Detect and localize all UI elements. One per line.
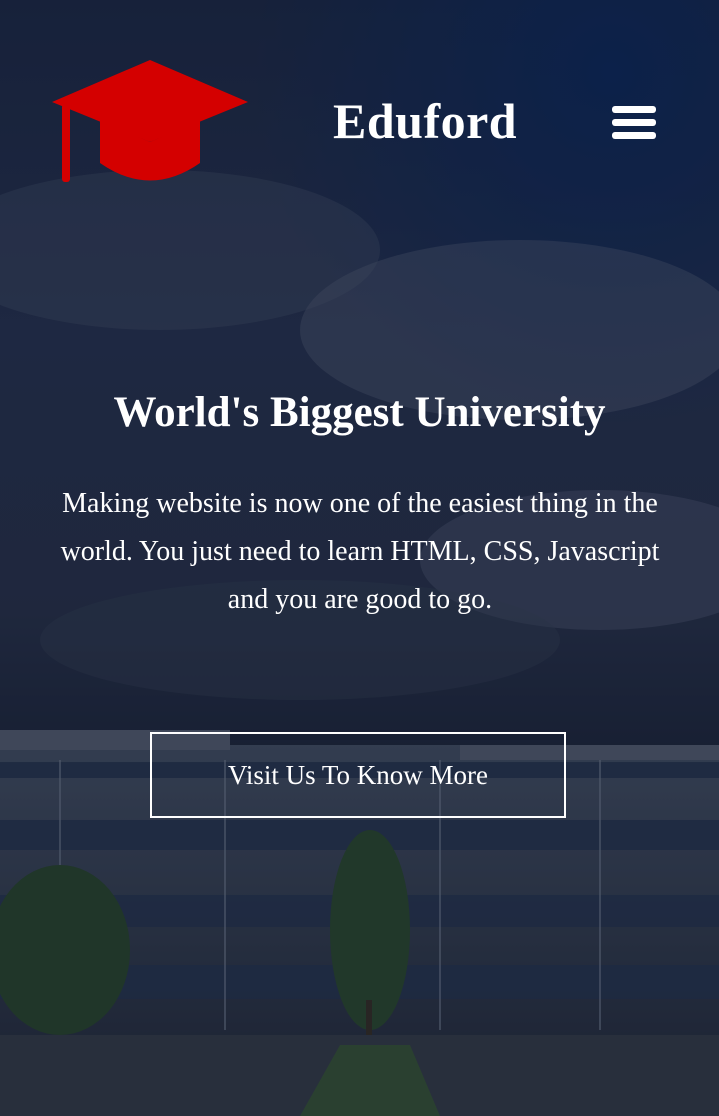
hamburger-menu-icon[interactable]: [612, 106, 656, 144]
brand-name[interactable]: Eduford: [333, 92, 517, 150]
hero-title: World's Biggest University: [113, 389, 606, 436]
visit-us-button[interactable]: Visit Us To Know More: [150, 732, 566, 818]
graduation-cap-icon[interactable]: [50, 58, 250, 184]
menu-bar-line: [612, 119, 656, 126]
menu-bar-line: [612, 132, 656, 139]
hero-description: Making website is now one of the easiest…: [60, 488, 660, 615]
menu-bar-line: [612, 106, 656, 113]
hero-section: Eduford World's Biggest University Makin…: [0, 0, 719, 1116]
site-header: Eduford: [0, 0, 719, 240]
